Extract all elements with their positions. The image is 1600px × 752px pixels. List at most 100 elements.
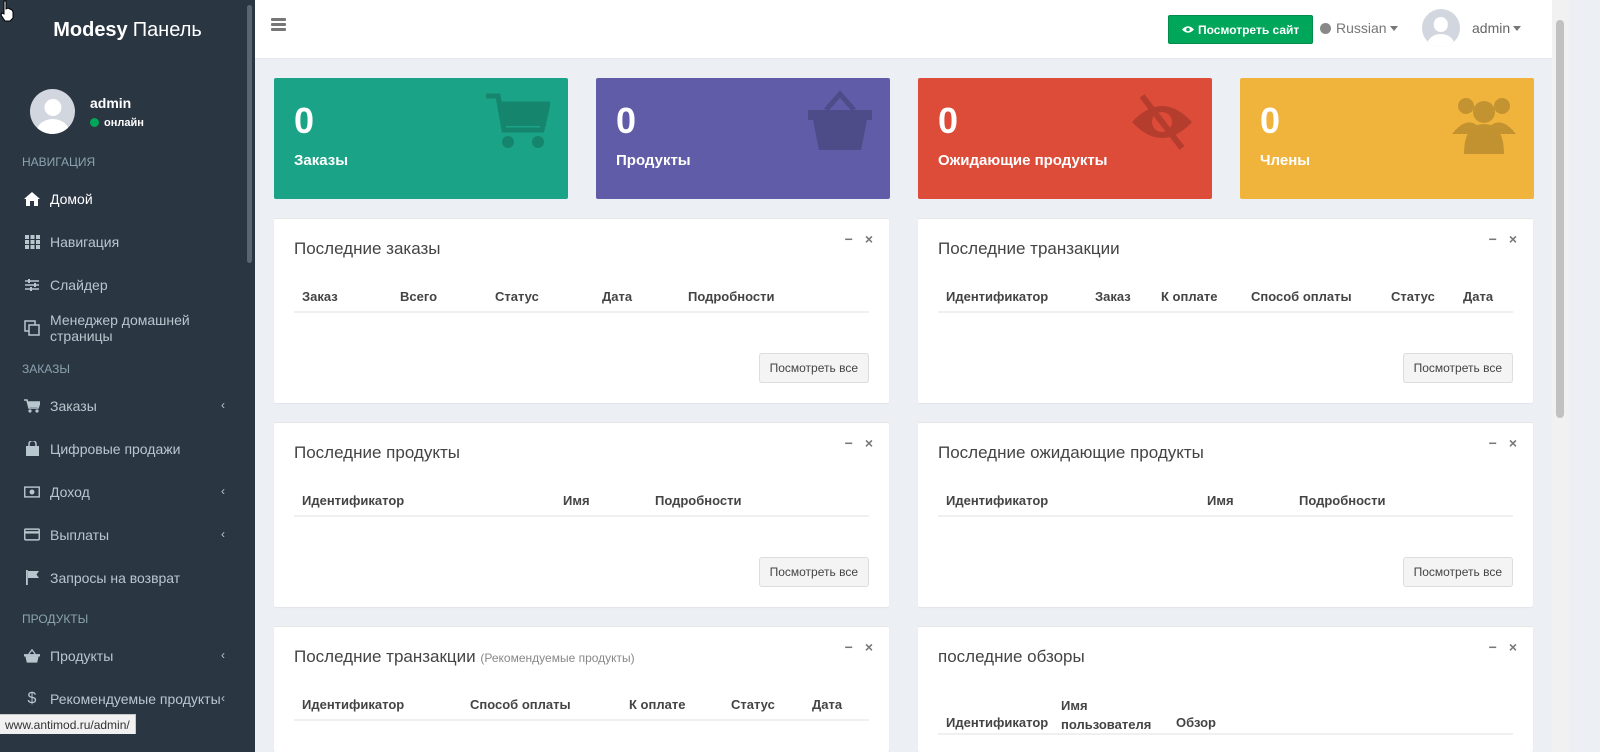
column-header: Обзор xyxy=(1176,715,1216,730)
user-panel: admin онлайн xyxy=(0,60,255,145)
column-header: Дата xyxy=(602,289,633,304)
column-header: Подробности xyxy=(655,493,742,508)
panel-title: Последние продукты xyxy=(294,443,460,462)
close-icon[interactable]: × xyxy=(865,435,873,451)
table-header: Идентификатор Имя Подробности xyxy=(938,485,1513,517)
sidebar-item-label: Слайдер xyxy=(50,276,108,293)
column-header: Идентификатор xyxy=(946,289,1049,304)
chevron-left-icon: ‹ xyxy=(221,398,225,412)
view-all-button[interactable]: Посмотреть все xyxy=(758,557,869,587)
user-menu-label: admin xyxy=(1472,20,1511,36)
panel-title: Последние транзакции xyxy=(938,239,1120,258)
user-menu[interactable]: admin xyxy=(1422,9,1522,47)
collapse-icon[interactable]: − xyxy=(1489,231,1497,247)
basket-icon xyxy=(24,648,40,664)
page-scrollbar[interactable] xyxy=(1552,0,1569,752)
column-header: Статус xyxy=(1391,289,1435,304)
menu-toggle-icon[interactable] xyxy=(271,18,286,32)
user-name: admin xyxy=(90,94,132,111)
chevron-left-icon: ‹ xyxy=(221,484,225,498)
view-all-button[interactable]: Посмотреть все xyxy=(1402,353,1513,383)
column-header: Имя пользователя xyxy=(1061,698,1152,732)
sidebar-item-label: Цифровые продажи xyxy=(50,440,181,457)
view-all-button[interactable]: Посмотреть все xyxy=(758,353,869,383)
chevron-left-icon: ‹ xyxy=(221,691,225,705)
stat-pending-products[interactable]: 0 Ожидающие продукты xyxy=(918,78,1212,199)
table-header: Заказ Всего Статус Дата Подробности xyxy=(294,281,869,313)
close-icon[interactable]: × xyxy=(1509,435,1517,451)
chevron-left-icon: ‹ xyxy=(221,527,225,541)
close-icon[interactable]: × xyxy=(865,231,873,247)
products-section-header: ПРОДУКТЫ xyxy=(22,612,89,626)
column-header: Идентификатор xyxy=(946,715,1049,730)
latest-transactions-panel: Последние транзакции − × Идентификатор За… xyxy=(918,218,1533,403)
column-header: Имя xyxy=(563,493,590,508)
top-header: Посмотреть сайт Russian admin xyxy=(255,0,1552,59)
sidebar-item-label: Менеджер домашней страницы xyxy=(50,311,190,344)
flag-icon xyxy=(24,570,40,586)
sidebar-item-digital-sales[interactable]: Цифровые продажи xyxy=(0,427,255,470)
home-icon xyxy=(24,191,40,207)
hand-cursor-icon xyxy=(0,0,14,22)
sidebar-item-payouts[interactable]: Выплаты ‹ xyxy=(0,513,255,556)
stat-label: Продукты xyxy=(616,152,691,169)
sidebar-item-label: Навигация xyxy=(50,233,120,250)
table-header: Идентификатор Имя пользователя Обзор xyxy=(938,691,1513,735)
stat-products[interactable]: 0 Продукты xyxy=(596,78,890,199)
caret-down-icon xyxy=(1389,25,1398,31)
view-site-button[interactable]: Посмотреть сайт xyxy=(1168,15,1314,44)
sidebar-item-orders[interactable]: Заказы ‹ xyxy=(0,384,255,427)
sidebar-item-home[interactable]: Домой xyxy=(0,177,255,220)
close-icon[interactable]: × xyxy=(1509,231,1517,247)
avatar xyxy=(30,89,75,134)
view-all-button[interactable]: Посмотреть все xyxy=(1402,557,1513,587)
globe-icon xyxy=(1320,22,1331,34)
brand-name: Modesy xyxy=(53,18,128,41)
scrollbar-thumb[interactable] xyxy=(1556,20,1564,418)
stat-value: 0 xyxy=(938,100,959,141)
sidebar-item-label: Продукты xyxy=(50,647,114,664)
collapse-icon[interactable]: − xyxy=(1489,435,1497,451)
sidebar-item-label: Запросы на возврат xyxy=(50,569,181,586)
nav-section-header: НАВИГАЦИЯ xyxy=(22,155,96,169)
stat-members[interactable]: 0 Члены xyxy=(1240,78,1534,199)
column-header: Способ оплаты xyxy=(1251,289,1352,304)
grid-icon xyxy=(24,234,40,250)
clone-icon xyxy=(24,319,40,336)
table-header: Идентификатор Имя Подробности xyxy=(294,485,869,517)
close-icon[interactable]: × xyxy=(865,639,873,655)
panel-title: Последние транзакции (Рекомендуемые прод… xyxy=(294,647,635,666)
credit-card-icon xyxy=(24,527,40,543)
stat-orders[interactable]: 0 Заказы xyxy=(274,78,568,199)
sidebar-item-label: Заказы xyxy=(50,397,97,414)
column-header: Дата xyxy=(1463,289,1494,304)
collapse-icon[interactable]: − xyxy=(845,435,853,451)
chevron-left-icon: ‹ xyxy=(221,648,225,662)
caret-down-icon xyxy=(1513,25,1522,31)
shopping-bag-icon xyxy=(24,441,40,457)
sidebar-item-navigation[interactable]: Навигация xyxy=(0,220,255,263)
sidebar-item-homepage-manager[interactable]: Менеджер домашней страницы xyxy=(0,306,255,349)
column-header: Подробности xyxy=(688,289,775,304)
sidebar-item-products[interactable]: Продукты ‹ xyxy=(0,634,255,677)
language-dropdown[interactable]: Russian xyxy=(1320,20,1398,36)
users-icon xyxy=(1452,98,1516,154)
sidebar-item-slider[interactable]: Слайдер xyxy=(0,263,255,306)
brand-logo[interactable]: Modesy Панель xyxy=(0,0,255,60)
stat-label: Члены xyxy=(1260,152,1311,169)
cart-icon xyxy=(24,398,40,414)
sidebar-item-refund-requests[interactable]: Запросы на возврат xyxy=(0,556,255,599)
panel-title: Последние ожидающие продукты xyxy=(938,443,1204,462)
sidebar-item-earnings[interactable]: Доход ‹ xyxy=(0,470,255,513)
collapse-icon[interactable]: − xyxy=(1489,639,1497,655)
column-header: Статус xyxy=(731,697,775,712)
column-header: Идентификатор xyxy=(946,493,1049,508)
collapse-icon[interactable]: − xyxy=(845,231,853,247)
orders-section-header: ЗАКАЗЫ xyxy=(22,362,70,376)
column-header: Статус xyxy=(495,289,539,304)
column-header: Заказ xyxy=(1095,289,1131,304)
close-icon[interactable]: × xyxy=(1509,639,1517,655)
basket-icon xyxy=(808,90,872,150)
collapse-icon[interactable]: − xyxy=(845,639,853,655)
sidebar: Modesy Панель admin онлайн НАВИГАЦИЯ Домо… xyxy=(0,0,255,752)
